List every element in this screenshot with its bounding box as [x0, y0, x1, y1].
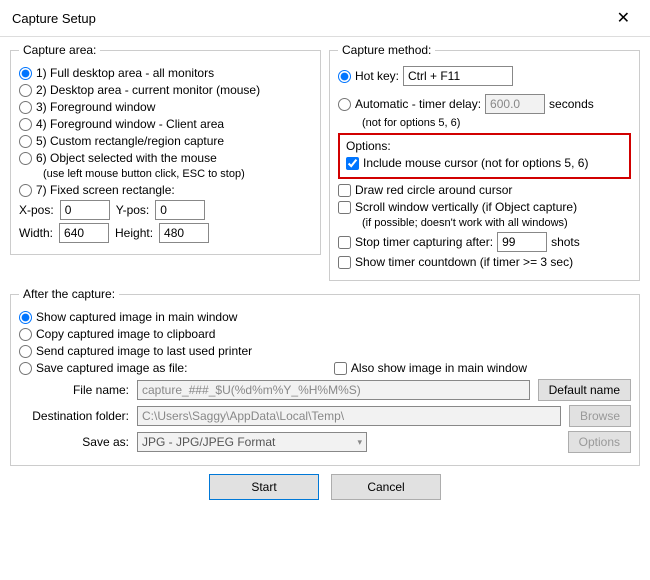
height-input[interactable] — [159, 223, 209, 243]
auto-delay-input[interactable] — [485, 94, 545, 114]
auto-radio[interactable] — [338, 98, 351, 111]
opt2-label: 2) Desktop area - current monitor (mouse… — [36, 83, 260, 97]
scroll-vert-label: Scroll window vertically (if Object capt… — [355, 200, 577, 214]
after-capture-legend: After the capture: — [19, 287, 119, 301]
stop-after-check[interactable] — [338, 236, 351, 249]
auto-note: (not for options 5, 6) — [362, 117, 631, 129]
show-countdown-check[interactable] — [338, 256, 351, 269]
chevron-down-icon: ▾ — [357, 437, 362, 448]
after-show-main-label: Show captured image in main window — [36, 310, 237, 324]
dest-folder-input[interactable] — [137, 406, 561, 426]
hotkey-label: Hot key: — [355, 69, 399, 83]
also-show-check[interactable] — [334, 362, 347, 375]
xpos-input[interactable] — [60, 200, 110, 220]
auto-seconds-label: seconds — [549, 97, 594, 111]
capture-area-opt7[interactable] — [19, 184, 32, 197]
browse-button[interactable]: Browse — [569, 405, 631, 427]
ypos-input[interactable] — [155, 200, 205, 220]
capture-method-group: Capture method: Hot key: Automatic - tim… — [329, 43, 640, 281]
after-save-file-label: Save captured image as file: — [36, 361, 187, 375]
opt6-label: 6) Object selected with the mouse — [36, 151, 217, 165]
capture-area-opt1[interactable] — [19, 67, 32, 80]
capture-method-legend: Capture method: — [338, 43, 435, 57]
opt5-label: 5) Custom rectangle/region capture — [36, 134, 224, 148]
height-label: Height: — [115, 226, 153, 240]
window-title: Capture Setup — [12, 11, 96, 26]
opt6-note: (use left mouse button click, ESC to sto… — [43, 168, 312, 180]
ypos-label: Y-pos: — [116, 203, 150, 217]
file-name-input[interactable] — [137, 380, 530, 400]
opt4-label: 4) Foreground window - Client area — [36, 117, 224, 131]
opt7-label: 7) Fixed screen rectangle: — [36, 183, 175, 197]
capture-area-group: Capture area: 1) Full desktop area - all… — [10, 43, 321, 255]
file-name-label: File name: — [19, 383, 129, 397]
include-cursor-label: Include mouse cursor (not for options 5,… — [363, 156, 588, 170]
stop-shots-input[interactable] — [497, 232, 547, 252]
capture-area-opt2[interactable] — [19, 84, 32, 97]
xpos-label: X-pos: — [19, 203, 54, 217]
opt3-label: 3) Foreground window — [36, 100, 155, 114]
hotkey-radio[interactable] — [338, 70, 351, 83]
after-save-file[interactable] — [19, 362, 32, 375]
options-legend: Options: — [346, 139, 623, 153]
after-show-main[interactable] — [19, 311, 32, 324]
cancel-button[interactable]: Cancel — [331, 474, 441, 500]
opt1-label: 1) Full desktop area - all monitors — [36, 66, 214, 80]
saveas-label: Save as: — [19, 435, 129, 449]
after-copy-clip-label: Copy captured image to clipboard — [36, 327, 215, 341]
capture-area-opt4[interactable] — [19, 118, 32, 131]
hotkey-input[interactable] — [403, 66, 513, 86]
include-cursor-check[interactable] — [346, 157, 359, 170]
dest-folder-label: Destination folder: — [19, 409, 129, 423]
width-input[interactable] — [59, 223, 109, 243]
after-capture-group: After the capture: Show captured image i… — [10, 287, 640, 466]
draw-circle-label: Draw red circle around cursor — [355, 183, 512, 197]
saveas-value: JPG - JPG/JPEG Format — [142, 435, 275, 449]
capture-area-opt6[interactable] — [19, 152, 32, 165]
capture-area-legend: Capture area: — [19, 43, 100, 57]
after-copy-clip[interactable] — [19, 328, 32, 341]
scroll-vert-check[interactable] — [338, 201, 351, 214]
default-name-button[interactable]: Default name — [538, 379, 631, 401]
after-send-printer-label: Send captured image to last used printer — [36, 344, 252, 358]
close-icon[interactable]: ✕ — [609, 8, 638, 28]
options-highlight: Options: Include mouse cursor (not for o… — [338, 133, 631, 179]
stop-shots-unit: shots — [551, 235, 580, 249]
options-button[interactable]: Options — [568, 431, 631, 453]
also-show-label: Also show image in main window — [351, 361, 527, 375]
after-send-printer[interactable] — [19, 345, 32, 358]
auto-label: Automatic - timer delay: — [355, 97, 481, 111]
capture-area-opt3[interactable] — [19, 101, 32, 114]
saveas-select[interactable]: JPG - JPG/JPEG Format ▾ — [137, 432, 367, 452]
start-button[interactable]: Start — [209, 474, 319, 500]
scroll-note: (if possible; doesn't work with all wind… — [362, 217, 631, 229]
capture-area-opt5[interactable] — [19, 135, 32, 148]
stop-after-label: Stop timer capturing after: — [355, 235, 493, 249]
width-label: Width: — [19, 226, 53, 240]
draw-circle-check[interactable] — [338, 184, 351, 197]
show-countdown-label: Show timer countdown (if timer >= 3 sec) — [355, 255, 573, 269]
